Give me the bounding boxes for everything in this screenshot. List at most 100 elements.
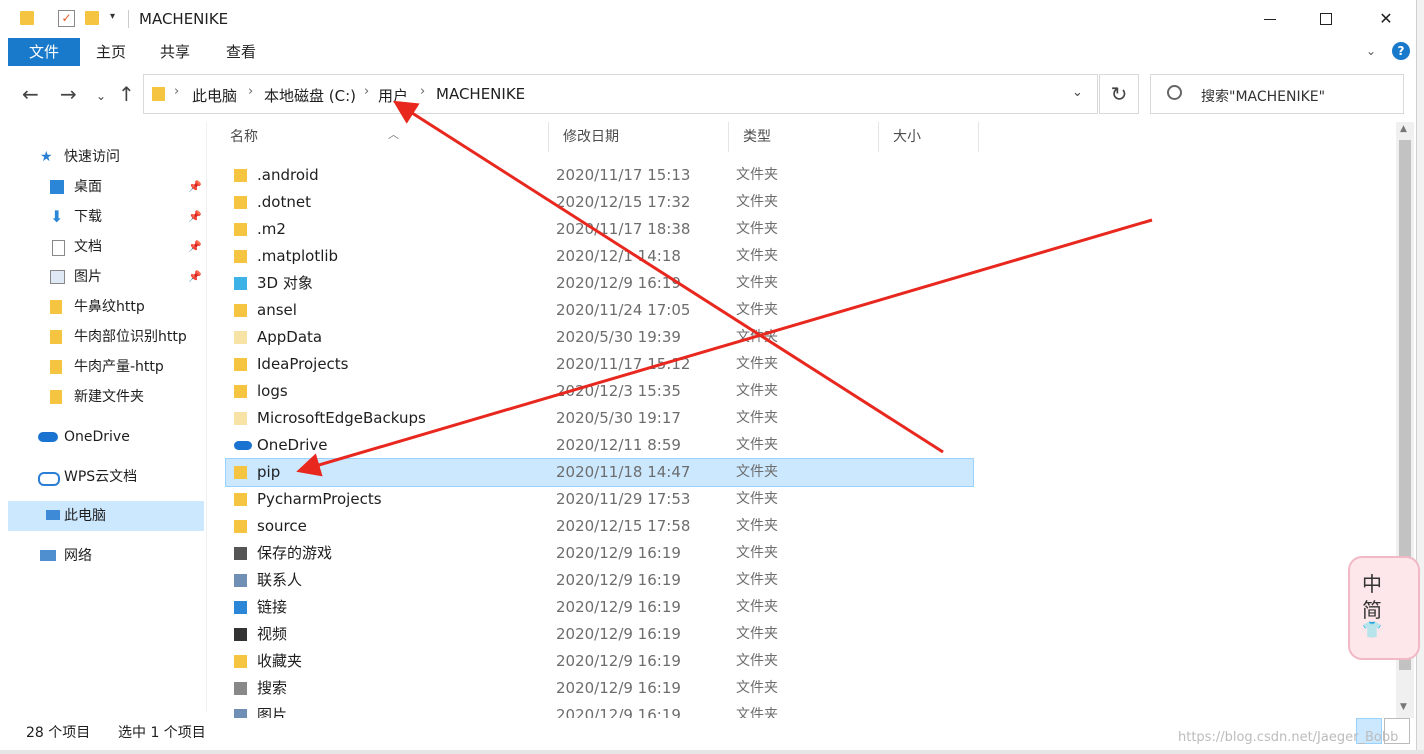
- sidebar-item-network[interactable]: 网络: [8, 541, 204, 571]
- file-name[interactable]: AppData: [257, 324, 322, 351]
- breadcrumb-separator[interactable]: ›: [420, 84, 425, 99]
- scroll-up-arrow-icon[interactable]: ▲: [1400, 124, 1407, 134]
- tab-file[interactable]: 文件: [8, 38, 80, 66]
- column-header-date[interactable]: 修改日期: [549, 122, 729, 152]
- close-button[interactable]: ✕: [1356, 0, 1416, 38]
- column-header-name[interactable]: 名称 ︿: [216, 122, 549, 152]
- table-row[interactable]: AppData 2020/5/30 19:39 文件夹: [226, 324, 973, 351]
- file-name[interactable]: 图片: [257, 702, 287, 718]
- sidebar-item-documents[interactable]: 文档 📌: [8, 232, 204, 262]
- file-name[interactable]: .android: [257, 162, 319, 189]
- sidebar-item-downloads[interactable]: ⬇ 下载 📌: [8, 202, 204, 232]
- file-name[interactable]: PycharmProjects: [257, 486, 382, 513]
- properties-icon[interactable]: ✓: [58, 10, 75, 27]
- breadcrumb-separator[interactable]: ›: [174, 84, 179, 99]
- table-row[interactable]: IdeaProjects 2020/11/17 15:12 文件夹: [226, 351, 973, 378]
- file-name[interactable]: 保存的游戏: [257, 540, 332, 567]
- file-name[interactable]: IdeaProjects: [257, 351, 349, 378]
- file-name[interactable]: 视频: [257, 621, 287, 648]
- minimize-button[interactable]: [1240, 0, 1300, 38]
- table-row[interactable]: 搜索 2020/12/9 16:19 文件夹: [226, 675, 973, 702]
- breadcrumb-users[interactable]: 用户: [378, 85, 408, 106]
- back-button[interactable]: ←: [22, 84, 39, 104]
- modified-date: 2020/12/9 16:19: [556, 571, 681, 589]
- table-row[interactable]: 视频 2020/12/9 16:19 文件夹: [226, 621, 973, 648]
- sidebar-item-folder[interactable]: 新建文件夹: [8, 382, 204, 412]
- expand-ribbon-chevron-icon[interactable]: ⌄: [1366, 44, 1376, 58]
- search-box[interactable]: 搜索"MACHENIKE": [1150, 74, 1404, 114]
- hidden-folder-icon: [234, 331, 247, 344]
- folder-icon: [50, 360, 62, 374]
- table-row[interactable]: pip 2020/11/18 14:47 文件夹: [225, 458, 974, 487]
- sidebar-item-pictures[interactable]: 图片 📌: [8, 262, 204, 292]
- customize-toolbar-chevron-icon[interactable]: ▾: [110, 11, 115, 22]
- file-name[interactable]: 链接: [257, 594, 287, 621]
- file-name[interactable]: .m2: [257, 216, 286, 243]
- pane-divider[interactable]: [206, 122, 207, 712]
- table-row[interactable]: 链接 2020/12/9 16:19 文件夹: [226, 594, 973, 621]
- new-folder-icon[interactable]: [85, 11, 99, 25]
- table-row[interactable]: .android 2020/11/17 15:13 文件夹: [226, 162, 973, 189]
- table-row[interactable]: 保存的游戏 2020/12/9 16:19 文件夹: [226, 540, 973, 567]
- file-name[interactable]: .matplotlib: [257, 243, 338, 270]
- breadcrumb-this-pc[interactable]: 此电脑: [192, 85, 237, 106]
- breadcrumb-separator[interactable]: ›: [248, 84, 253, 99]
- sidebar-item-folder[interactable]: 牛肉部位识别http: [8, 322, 204, 352]
- file-type: 文件夹: [736, 356, 778, 372]
- breadcrumb-machenike[interactable]: MACHENIKE: [436, 85, 525, 103]
- forward-button[interactable]: →: [60, 84, 77, 104]
- file-type: 文件夹: [736, 221, 778, 237]
- file-name[interactable]: OneDrive: [257, 432, 328, 459]
- table-row[interactable]: 图片 2020/12/9 16:19 文件夹: [226, 702, 973, 718]
- file-name[interactable]: 收藏夹: [257, 648, 302, 675]
- file-name[interactable]: MicrosoftEdgeBackups: [257, 405, 426, 432]
- table-row[interactable]: PycharmProjects 2020/11/29 17:53 文件夹: [226, 486, 973, 513]
- tab-home[interactable]: 主页: [96, 38, 126, 66]
- up-button[interactable]: ↑: [118, 84, 135, 104]
- table-row[interactable]: .matplotlib 2020/12/1 14:18 文件夹: [226, 243, 973, 270]
- file-name[interactable]: 搜索: [257, 675, 287, 702]
- table-row[interactable]: 3D 对象 2020/12/9 16:19 文件夹: [226, 270, 973, 297]
- file-name[interactable]: source: [257, 513, 307, 540]
- breadcrumb-local-disk[interactable]: 本地磁盘 (C:): [264, 85, 356, 106]
- file-name[interactable]: 联系人: [257, 567, 302, 594]
- sidebar-item-onedrive[interactable]: OneDrive: [8, 422, 204, 452]
- refresh-button[interactable]: ↻: [1099, 74, 1139, 114]
- address-history-chevron-icon[interactable]: ⌄: [1072, 85, 1083, 100]
- table-row[interactable]: 联系人 2020/12/9 16:19 文件夹: [226, 567, 973, 594]
- tab-view[interactable]: 查看: [226, 38, 256, 66]
- file-name[interactable]: 3D 对象: [257, 270, 313, 297]
- file-name[interactable]: pip: [257, 459, 280, 486]
- address-bar[interactable]: › 此电脑 › 本地磁盘 (C:) › 用户 › MACHENIKE ⌄: [143, 74, 1098, 114]
- breadcrumb-separator[interactable]: ›: [364, 84, 369, 99]
- file-name[interactable]: .dotnet: [257, 189, 311, 216]
- column-header-type[interactable]: 类型: [729, 122, 879, 152]
- help-icon[interactable]: ?: [1392, 42, 1410, 60]
- sidebar-item-quick-access[interactable]: ★ 快速访问: [8, 142, 204, 172]
- sidebar-item-folder[interactable]: 牛鼻纹http: [8, 292, 204, 322]
- download-arrow-icon: ⬇: [50, 207, 64, 226]
- sidebar-item-folder[interactable]: 牛肉产量-http: [8, 352, 204, 382]
- table-row[interactable]: source 2020/12/15 17:58 文件夹: [226, 513, 973, 540]
- file-type: 文件夹: [736, 707, 778, 718]
- recent-locations-chevron-icon[interactable]: ⌄: [96, 86, 106, 106]
- table-row[interactable]: .dotnet 2020/12/15 17:32 文件夹: [226, 189, 973, 216]
- column-header-size[interactable]: 大小: [879, 122, 979, 152]
- table-row[interactable]: OneDrive 2020/12/11 8:59 文件夹: [226, 432, 973, 459]
- file-name[interactable]: logs: [257, 378, 288, 405]
- table-row[interactable]: .m2 2020/11/17 18:38 文件夹: [226, 216, 973, 243]
- file-type: 文件夹: [736, 302, 778, 318]
- file-name[interactable]: ansel: [257, 297, 297, 324]
- tab-share[interactable]: 共享: [160, 38, 190, 66]
- sidebar-item-desktop[interactable]: 桌面 📌: [8, 172, 204, 202]
- sidebar-item-wps-cloud[interactable]: WPS云文档: [8, 462, 204, 492]
- scroll-down-arrow-icon[interactable]: ▼: [1400, 702, 1407, 712]
- table-row[interactable]: MicrosoftEdgeBackups 2020/5/30 19:17 文件夹: [226, 405, 973, 432]
- search-placeholder[interactable]: 搜索"MACHENIKE": [1201, 86, 1325, 106]
- table-row[interactable]: 收藏夹 2020/12/9 16:19 文件夹: [226, 648, 973, 675]
- table-row[interactable]: ansel 2020/11/24 17:05 文件夹: [226, 297, 973, 324]
- ime-status-badge[interactable]: 中 简 👕: [1348, 556, 1420, 660]
- maximize-button[interactable]: [1296, 0, 1356, 38]
- sidebar-item-this-pc[interactable]: 此电脑: [8, 501, 204, 531]
- table-row[interactable]: logs 2020/12/3 15:35 文件夹: [226, 378, 973, 405]
